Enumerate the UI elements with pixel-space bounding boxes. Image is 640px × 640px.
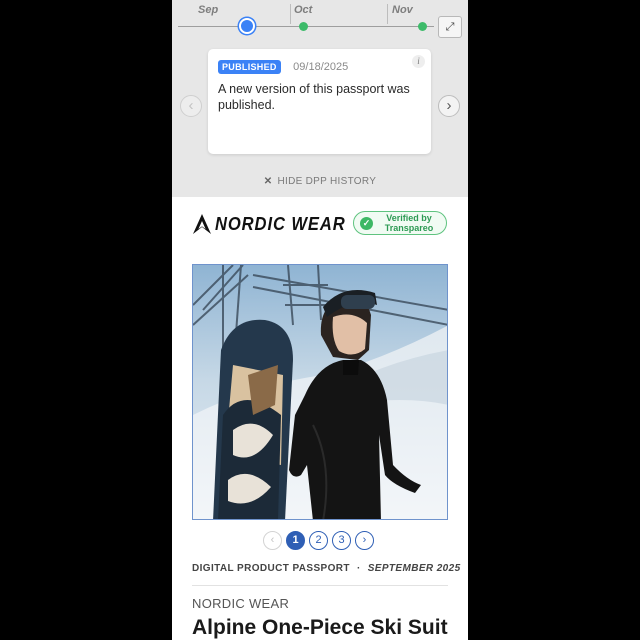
timeline-event[interactable]	[418, 22, 427, 31]
timeline-month-nov: Nov	[392, 4, 413, 16]
meta-separator: ·	[356, 563, 361, 574]
pagination-page-2[interactable]: 2	[309, 531, 328, 550]
timeline-divider	[290, 4, 291, 24]
history-prev-button[interactable]: ‹	[180, 95, 202, 117]
product-brand: NORDIC WEAR	[192, 596, 290, 611]
event-message: A new version of this passport was publi…	[218, 82, 410, 112]
checkmark-icon: ✓	[360, 216, 373, 230]
hide-history-button[interactable]: ✕ HIDE DPP HISTORY	[172, 176, 468, 187]
image-pagination: ‹ 1 2 3 ›	[263, 531, 378, 550]
passport-meta: DIGITAL PRODUCT PASSPORT · SEPTEMBER 2025	[192, 563, 461, 574]
timeline-event[interactable]	[299, 22, 308, 31]
product-image[interactable]	[192, 264, 448, 520]
timeline-month-oct: Oct	[294, 4, 313, 16]
hide-history-label: HIDE DPP HISTORY	[277, 176, 377, 187]
pagination-prev-button[interactable]: ‹	[263, 531, 282, 550]
product-title: Alpine One-Piece Ski Suit	[192, 616, 448, 639]
timeline-event-current[interactable]	[239, 18, 255, 34]
brand-name: NORDIC WEAR	[215, 213, 346, 234]
passport-label: DIGITAL PRODUCT PASSPORT	[192, 563, 350, 574]
event-date: 09/18/2025	[293, 60, 349, 73]
verified-badge[interactable]: ✓ Verified by Transpareo	[353, 211, 447, 235]
product-photo	[193, 265, 447, 519]
status-badge: PUBLISHED	[218, 59, 281, 74]
close-icon: ✕	[263, 176, 273, 187]
brand-header: NORDIC WEAR	[192, 212, 357, 236]
info-icon[interactable]: i	[412, 55, 425, 68]
history-event-card: PUBLISHED 09/18/2025 i A new version of …	[208, 49, 431, 154]
divider	[192, 585, 448, 586]
dpp-history-panel: Sep Oct Nov ⤢ ‹ › PUBLISHED 09/18/2025 i…	[172, 0, 468, 197]
passport-month: SEPTEMBER 2025	[367, 563, 461, 574]
pagination-next-button[interactable]: ›	[355, 531, 374, 550]
brand-logo-icon	[193, 214, 211, 234]
timeline-divider	[387, 4, 388, 24]
pagination-page-3[interactable]: 3	[332, 531, 351, 550]
pagination-page-1[interactable]: 1	[286, 531, 305, 550]
snowboard	[213, 319, 293, 519]
passport-screen: Sep Oct Nov ⤢ ‹ › PUBLISHED 09/18/2025 i…	[172, 0, 468, 640]
history-next-button[interactable]: ›	[438, 95, 460, 117]
timeline-months: Sep Oct Nov	[172, 0, 468, 24]
verified-text: Verified by Transpareo	[384, 213, 434, 233]
expand-icon[interactable]: ⤢	[438, 16, 462, 38]
timeline-month-sep: Sep	[198, 4, 219, 16]
